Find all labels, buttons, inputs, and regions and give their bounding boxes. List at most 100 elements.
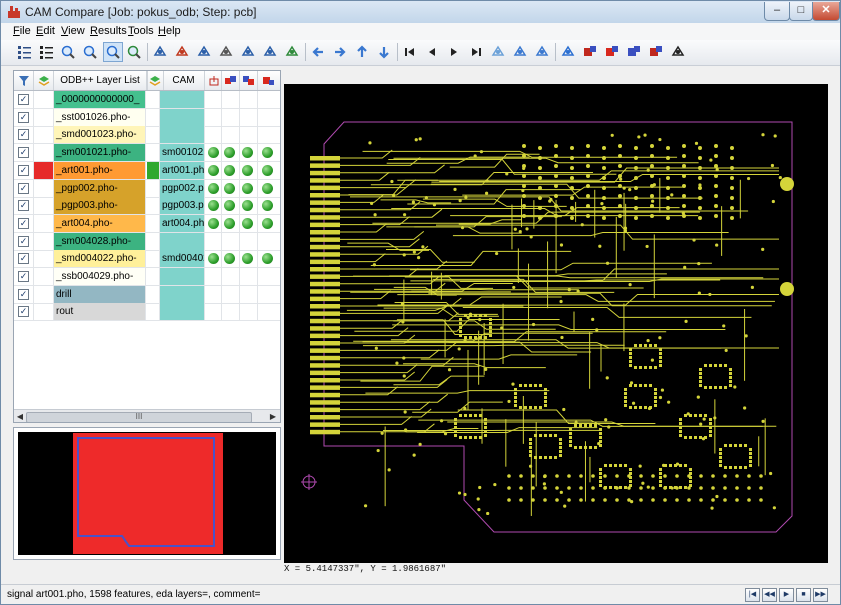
layer-row[interactable]: ✓ rout — [14, 303, 280, 322]
layer-name[interactable]: _sm004028.pho- — [54, 232, 146, 250]
compare-cell[interactable] — [222, 268, 240, 285]
scroll-right-icon[interactable]: ▶ — [268, 411, 278, 422]
layer-name[interactable]: _0000000000000_ — [54, 91, 146, 108]
compare-cell[interactable] — [206, 108, 222, 126]
layer-name[interactable]: _art004.pho- — [54, 214, 146, 232]
cam-data[interactable]: pgp002.pho — [160, 179, 205, 197]
menu-help[interactable]: Help — [158, 25, 181, 37]
close-button[interactable]: ✕ — [812, 2, 840, 21]
layer-name[interactable]: _smd004022.pho- — [54, 250, 146, 268]
layer-row[interactable]: ✓ _art004.pho- art004.pho — [14, 214, 280, 233]
nav-forward-button[interactable]: ▶▶ — [813, 588, 828, 602]
filter-icon[interactable] — [14, 71, 34, 90]
layer-name[interactable]: _sst001026.pho- — [54, 108, 146, 126]
layer-row[interactable]: ✓ _sm004028.pho- — [14, 232, 280, 251]
cam-data[interactable]: art004.pho — [160, 214, 205, 232]
arrow-right-icon[interactable] — [331, 43, 349, 61]
arrow-down-icon[interactable] — [375, 43, 393, 61]
board-preview[interactable] — [13, 427, 281, 560]
zoom-in-icon[interactable] — [59, 43, 77, 61]
compare-cell[interactable] — [206, 285, 222, 303]
layer-name[interactable]: _sm001021.pho- — [54, 144, 146, 162]
menu-edit[interactable]: Edit — [36, 25, 55, 37]
horizontal-scrollbar[interactable]: ◀ III ▶ — [14, 409, 280, 422]
compare-cell[interactable] — [240, 108, 258, 126]
menu-tools[interactable]: Tools — [128, 25, 154, 37]
nav-rewind-button[interactable]: ◀◀ — [762, 588, 777, 602]
compare-cell[interactable] — [206, 232, 222, 250]
layer-name[interactable]: drill — [54, 285, 146, 303]
find-icon[interactable] — [217, 43, 235, 61]
layer-checkbox[interactable]: ✓ — [18, 200, 29, 212]
pcb-canvas[interactable] — [284, 84, 828, 563]
layer-row[interactable]: ✓ _pgp002.pho- pgp002.pho — [14, 179, 280, 198]
cam-data[interactable] — [160, 91, 205, 108]
layer-row[interactable]: ✓ _sst001026.pho- — [14, 108, 280, 127]
compare-cell[interactable] — [222, 108, 240, 126]
layer-name[interactable]: rout — [54, 303, 146, 321]
layer-checkbox-cell[interactable]: ✓ — [14, 232, 34, 250]
menu-view[interactable]: View — [61, 25, 85, 37]
layers-icon[interactable] — [34, 71, 54, 90]
layer-row[interactable]: ✓ _sm001021.pho- sm001021.pho — [14, 144, 280, 163]
export-icon[interactable] — [206, 71, 222, 90]
compare-cell[interactable] — [222, 285, 240, 303]
layer-checkbox[interactable]: ✓ — [18, 182, 29, 194]
zoom-fit-icon[interactable] — [103, 42, 123, 62]
measure-icon[interactable] — [173, 43, 191, 61]
layer-checkbox[interactable]: ✓ — [18, 271, 29, 282]
compare-cell[interactable] — [206, 91, 222, 108]
move-icon[interactable] — [261, 43, 279, 61]
layer-checkbox-cell[interactable]: ✓ — [14, 250, 34, 268]
graph-icon[interactable] — [669, 43, 687, 61]
arrow-left-icon[interactable] — [309, 43, 327, 61]
config-icon[interactable] — [258, 71, 280, 90]
last-icon[interactable] — [467, 43, 485, 61]
compare-cell[interactable] — [258, 91, 280, 108]
merge-icon[interactable] — [240, 71, 258, 90]
maximize-button[interactable]: □ — [789, 2, 813, 21]
layer-name[interactable]: _ssb004029.pho- — [54, 268, 146, 285]
cam-data[interactable] — [160, 268, 205, 285]
nav-first-button[interactable]: |◀ — [745, 588, 760, 602]
layer-checkbox-cell[interactable]: ✓ — [14, 197, 34, 215]
merge-icon[interactable] — [603, 43, 621, 61]
layer-checkbox[interactable]: ✓ — [18, 147, 29, 159]
list-icon[interactable] — [15, 43, 33, 61]
cam-data[interactable] — [160, 108, 205, 126]
layer-row[interactable]: ✓ _smd004022.pho- smd004022.... — [14, 250, 280, 269]
compare-icon[interactable] — [283, 43, 301, 61]
layer-checkbox[interactable]: ✓ — [18, 217, 29, 229]
cam-data[interactable]: sm001021.pho — [160, 144, 205, 162]
diff-icon[interactable] — [222, 71, 240, 90]
forward-icon[interactable] — [533, 43, 551, 61]
layer-checkbox-cell[interactable]: ✓ — [14, 179, 34, 197]
cam-data[interactable] — [160, 232, 205, 250]
zoom-select-icon[interactable] — [125, 43, 143, 61]
layer-row[interactable]: ✓ _ssb004029.pho- — [14, 268, 280, 286]
list-bold-icon[interactable] — [37, 43, 55, 61]
compare-cell[interactable] — [240, 232, 258, 250]
layer-name[interactable]: _pgp002.pho- — [54, 179, 146, 197]
layer-checkbox[interactable]: ✓ — [18, 111, 29, 123]
compare-cell[interactable] — [240, 268, 258, 285]
layer-checkbox[interactable]: ✓ — [18, 288, 29, 300]
pointer-icon[interactable] — [151, 43, 169, 61]
cam-data-header[interactable]: CAM Data — [147, 71, 205, 105]
scroll-left-icon[interactable]: ◀ — [15, 411, 25, 422]
cam-data[interactable] — [160, 303, 205, 321]
layer-checkbox[interactable]: ✓ — [18, 164, 29, 176]
layer-checkbox-cell[interactable]: ✓ — [14, 285, 34, 303]
layer-checkbox-cell[interactable]: ✓ — [14, 268, 34, 285]
cam-data[interactable]: pgp003.pho — [160, 197, 205, 215]
title-bar[interactable]: CAM Compare [Job: pokus_odb; Step: pcb] … — [1, 1, 840, 23]
compare-cell[interactable] — [206, 126, 222, 144]
layer-name[interactable]: _smd001023.pho- — [54, 126, 146, 144]
compare-cell[interactable] — [222, 91, 240, 108]
compare-cell[interactable] — [258, 303, 280, 320]
compare-cell[interactable] — [258, 109, 280, 126]
layer-checkbox-cell[interactable]: ✓ — [14, 126, 34, 144]
compare-cell[interactable] — [240, 285, 258, 303]
layer-checkbox-cell[interactable]: ✓ — [14, 144, 34, 162]
layer-checkbox-cell[interactable]: ✓ — [14, 214, 34, 232]
